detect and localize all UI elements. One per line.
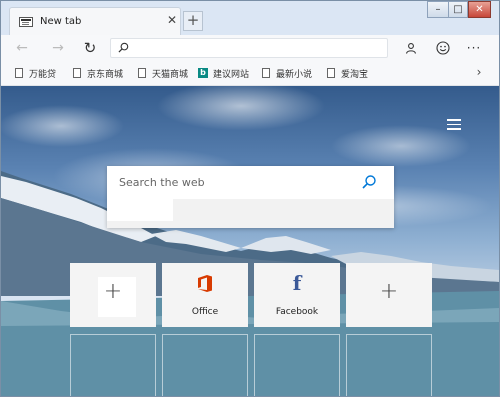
minimize-button[interactable]: – [427,1,449,18]
close-window-button[interactable]: ✕ [468,1,491,18]
more-options-icon[interactable]: ··· [465,39,483,57]
tab-close-icon[interactable]: ✕ [165,13,179,27]
empty-tile-slot [162,334,248,396]
emoji-icon[interactable] [434,39,452,57]
tab-title: New tab [40,16,82,27]
plus-icon: + [103,279,123,304]
favorite-label: 建议网站 [213,69,250,80]
search-input[interactable]: Search the web [107,166,394,199]
empty-tile-slot [346,334,432,396]
favorites-bar: 万能贷 京东商城 天猫商城 b 建议网站 最新小说 爱淘宝 › [1,61,499,86]
page-icon [138,68,146,78]
web-search-box: Search the web [107,166,394,228]
plus-icon: + [379,279,399,304]
favorite-label: 最新小说 [276,69,313,80]
tab-strip: New tab ✕ + – □ ✕ [1,1,499,35]
search-suggestion-chip[interactable] [107,199,173,221]
address-search-icon [118,42,129,53]
browser-window: New tab ✕ + – □ ✕ ← → ↻ ··· 万能贷 京东商城 天猫商… [0,0,500,397]
page-settings-menu-icon[interactable] [447,119,461,130]
favorites-overflow-chevron-icon[interactable]: › [472,65,486,79]
tile-label: Office [191,307,219,317]
favorite-item[interactable]: 最新小说 [262,66,312,80]
new-tab-button[interactable]: + [183,11,203,31]
page-icon [327,68,335,78]
tile-office[interactable]: Office [162,263,248,327]
favorite-item[interactable]: 爱淘宝 [327,66,368,80]
back-button[interactable]: ← [13,39,31,57]
favorite-item[interactable]: 京东商城 [73,66,123,80]
forward-button[interactable]: → [49,39,67,57]
favorite-label: 京东商城 [87,69,124,80]
tab-new-tab[interactable]: New tab ✕ [9,7,181,35]
facebook-icon: f [292,271,302,295]
page-icon [262,68,270,78]
empty-tile-slot [70,334,156,396]
maximize-button[interactable]: □ [448,1,468,18]
address-bar[interactable] [110,38,388,58]
favorite-label: 万能贷 [29,69,57,80]
favorite-item[interactable]: 万能贷 [15,66,56,80]
add-site-tile[interactable]: + [70,263,156,327]
tile-facebook[interactable]: f Facebook [254,263,340,327]
search-suggestion-strip [107,199,394,228]
page-icon [15,68,23,78]
profile-icon[interactable] [402,39,420,57]
bing-icon: b [198,68,208,78]
favorite-label: 天猫商城 [152,69,189,80]
empty-tile-slot [254,334,340,396]
new-tab-page-icon [19,17,33,27]
page-icon [73,68,81,78]
navigation-toolbar: ← → ↻ ··· [1,35,499,61]
search-icon[interactable] [361,174,377,190]
favorite-label: 爱淘宝 [341,69,369,80]
reload-button[interactable]: ↻ [81,39,99,57]
add-site-tile[interactable]: + [346,263,432,327]
search-placeholder: Search the web [119,176,205,189]
office-icon [198,275,212,292]
tile-label: Facebook [275,307,319,317]
favorite-item[interactable]: b 建议网站 [198,66,249,80]
new-tab-page: Search the web + Office f Facebook + [1,86,499,396]
favorite-item[interactable]: 天猫商城 [138,66,188,80]
